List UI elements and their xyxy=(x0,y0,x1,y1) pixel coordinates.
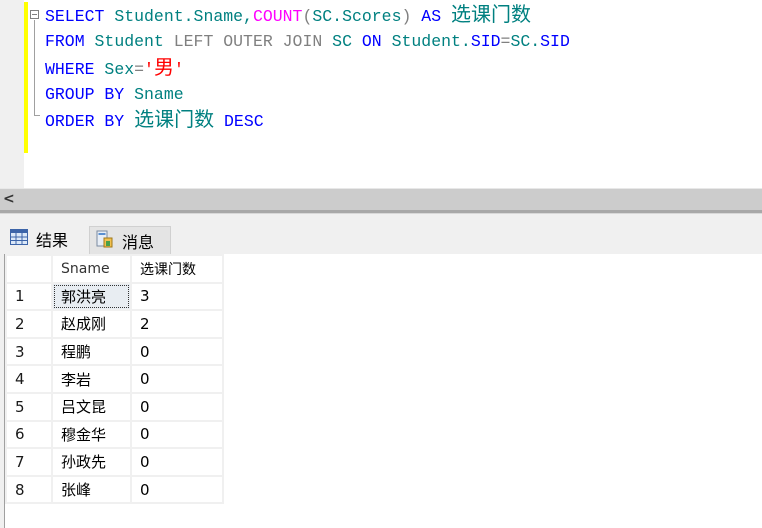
course-count-cell[interactable]: 3 xyxy=(130,281,224,312)
code-token: 选课门数 xyxy=(451,2,532,26)
tab-messages-label: 消息 xyxy=(122,233,155,252)
fold-guide-end xyxy=(34,115,40,116)
column-header-sname[interactable]: Sname xyxy=(51,254,132,284)
code-token: 男 xyxy=(153,54,174,79)
code-token: Student.Sname, xyxy=(104,7,253,26)
table-row[interactable]: 3 程鹏 0 xyxy=(5,336,224,367)
table-row[interactable]: 1 郭洪亮 3 xyxy=(5,281,224,312)
tab-results[interactable]: 结果 xyxy=(4,224,88,254)
course-count-cell[interactable]: 0 xyxy=(130,474,224,505)
code-token: Sname xyxy=(124,84,184,104)
course-count-cell[interactable]: 0 xyxy=(130,419,224,450)
code-token: AS xyxy=(411,7,452,26)
row-number-cell[interactable]: 6 xyxy=(5,419,53,450)
results-table: Sname 选课门数 1 郭洪亮 3 2 赵成刚 2 3 程鹏 0 4 李岩 0 5 吕文昆 0 6 穆金华 0 7… xyxy=(5,254,224,505)
code-token: = xyxy=(500,32,511,52)
sname-cell[interactable]: 吕文昆 xyxy=(51,391,132,422)
sname-cell[interactable]: 程鹏 xyxy=(51,336,132,367)
sname-cell[interactable]: 赵成刚 xyxy=(51,309,132,339)
header-row: Sname 选课门数 xyxy=(5,254,224,284)
row-number-header[interactable] xyxy=(5,254,53,284)
column-header-course-count[interactable]: 选课门数 xyxy=(130,254,224,284)
code-token: LEFT OUTER JOIN xyxy=(173,32,323,52)
sname-cell[interactable]: 张峰 xyxy=(51,474,132,505)
table-row[interactable]: 7 孙政先 0 xyxy=(5,447,224,477)
code-token: ORDER BY xyxy=(45,112,125,132)
fold-guide xyxy=(34,20,35,116)
course-count-cell[interactable]: 0 xyxy=(130,447,224,477)
code-token: Student xyxy=(84,32,174,52)
code-line[interactable]: GROUP BY Sname xyxy=(45,82,570,107)
row-number-cell[interactable]: 8 xyxy=(5,474,53,505)
code-token: ' xyxy=(144,59,154,79)
course-count-cell[interactable]: 0 xyxy=(130,364,224,394)
code-token: ( xyxy=(302,7,313,26)
code-token: Sex xyxy=(94,59,135,79)
sql-editor[interactable]: SELECT Student.Sname,COUNT(SC.Scores) AS… xyxy=(0,0,762,188)
tab-messages[interactable]: 消息 xyxy=(89,226,171,255)
row-number-cell[interactable]: 3 xyxy=(5,336,53,367)
messages-icon xyxy=(96,230,114,252)
sname-cell[interactable]: 穆金华 xyxy=(51,419,132,450)
code-token: ON xyxy=(361,32,382,52)
code-token: ) xyxy=(401,7,412,26)
code-line[interactable]: ORDER BY 选课门数 DESC xyxy=(45,107,570,134)
sql-code[interactable]: SELECT Student.Sname,COUNT(SC.Scores) AS… xyxy=(45,2,570,134)
code-token: GROUP BY xyxy=(45,84,125,104)
tab-results-label: 结果 xyxy=(36,231,69,250)
row-number-cell[interactable]: 2 xyxy=(5,309,53,339)
code-line[interactable]: WHERE Sex='男' xyxy=(45,55,570,82)
row-number-cell[interactable]: 1 xyxy=(5,281,53,312)
table-row[interactable]: 6 穆金华 0 xyxy=(5,419,224,450)
code-token: Student. xyxy=(381,32,471,52)
code-token: SC.Scores xyxy=(312,7,402,26)
table-row[interactable]: 8 张峰 0 xyxy=(5,474,224,505)
code-token: SC. xyxy=(510,32,541,52)
code-token: DESC xyxy=(214,112,264,132)
change-tracking-bar xyxy=(24,2,28,153)
grid-icon xyxy=(10,229,28,249)
course-count-cell[interactable]: 2 xyxy=(130,309,224,339)
row-number-cell[interactable]: 7 xyxy=(5,447,53,477)
course-count-cell[interactable]: 0 xyxy=(130,391,224,422)
code-token: WHERE xyxy=(45,59,95,79)
table-row[interactable]: 4 李岩 0 xyxy=(5,364,224,394)
table-row[interactable]: 5 吕文昆 0 xyxy=(5,391,224,422)
code-token: SID xyxy=(540,32,570,52)
sname-cell[interactable]: 郭洪亮 xyxy=(51,281,132,312)
code-line[interactable]: SELECT Student.Sname,COUNT(SC.Scores) AS… xyxy=(45,2,570,29)
sname-cell[interactable]: 李岩 xyxy=(51,364,132,394)
code-token: FROM xyxy=(45,32,85,52)
code-token: SID xyxy=(470,32,501,52)
code-token: SELECT xyxy=(45,7,105,26)
code-token: ' xyxy=(173,59,184,79)
scroll-left-arrow-icon[interactable]: < xyxy=(3,191,15,207)
code-token: SC xyxy=(322,32,362,52)
course-count-cell[interactable]: 0 xyxy=(130,336,224,367)
row-number-cell[interactable]: 5 xyxy=(5,391,53,422)
editor-gutter xyxy=(0,0,24,188)
results-grid[interactable]: Sname 选课门数 1 郭洪亮 3 2 赵成刚 2 3 程鹏 0 4 李岩 0 5 吕文昆 0 6 穆金华 0 7… xyxy=(4,254,762,528)
row-number-cell[interactable]: 4 xyxy=(5,364,53,394)
collapse-icon[interactable] xyxy=(30,10,39,19)
sname-cell[interactable]: 孙政先 xyxy=(51,447,132,477)
code-line[interactable]: FROM Student LEFT OUTER JOIN SC ON Stude… xyxy=(45,29,570,54)
table-row[interactable]: 2 赵成刚 2 xyxy=(5,309,224,339)
horizontal-scrollbar[interactable]: < xyxy=(0,188,762,211)
code-token: 选课门数 xyxy=(134,107,215,132)
code-token: COUNT xyxy=(252,7,303,26)
results-pane: 结果 消息 Sname 选课门数 1 郭洪亮 3 2 赵成刚 2 3 程鹏 0 4 李岩 0 5 吕文昆 0… xyxy=(0,214,762,528)
code-token: = xyxy=(134,59,145,79)
